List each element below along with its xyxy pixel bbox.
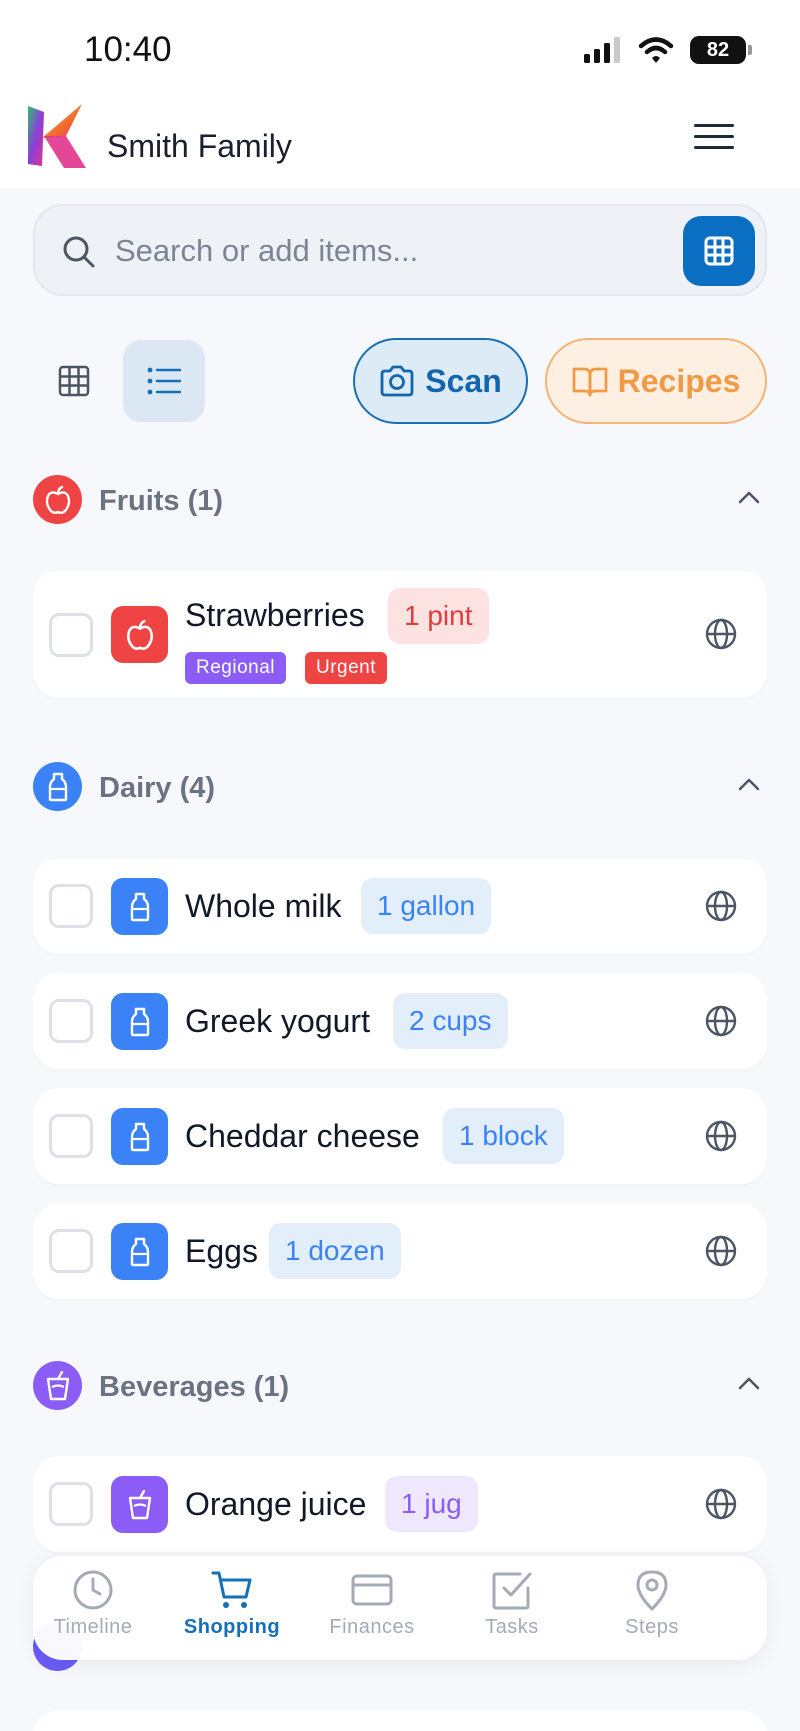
nav-label: Tasks	[485, 1616, 539, 1638]
app-logo-icon	[28, 104, 86, 168]
quantity-badge: 1 jug	[385, 1476, 478, 1532]
milk-bottle-icon	[111, 1108, 168, 1165]
search-icon	[63, 236, 95, 268]
item-name: Orange juice	[185, 1486, 367, 1522]
item-name: Whole milk	[185, 888, 342, 924]
nav-item-tasks[interactable]: Tasks	[452, 1568, 572, 1639]
grid-icon	[704, 236, 734, 266]
chevron-up-icon[interactable]	[737, 776, 761, 792]
list-item[interactable]: Cheddar cheese 1 block	[33, 1088, 767, 1184]
nav-label: Steps	[625, 1616, 679, 1638]
nav-item-shopping[interactable]: Shopping	[172, 1568, 292, 1639]
recipes-label: Recipes	[617, 362, 741, 399]
globe-icon[interactable]	[705, 890, 737, 922]
search-input[interactable]: Search or add items...	[115, 233, 418, 269]
category-title: Fruits (1)	[99, 485, 224, 517]
category-header-dairy[interactable]: Dairy (4)	[33, 762, 767, 812]
list-item[interactable]: Strawberries 1 pint Regional Urgent	[33, 570, 767, 698]
chevron-up-icon[interactable]	[737, 489, 761, 505]
nav-label: Finances	[329, 1616, 415, 1638]
list-view-toggle[interactable]	[123, 340, 205, 422]
menu-line-icon	[694, 146, 734, 149]
item-checkbox[interactable]	[49, 1114, 93, 1158]
checkbox-icon	[492, 1572, 532, 1610]
category-title: Beverages (1)	[99, 1371, 290, 1403]
nav-item-steps[interactable]: Steps	[592, 1568, 712, 1639]
clock-icon	[73, 1570, 113, 1610]
item-checkbox[interactable]	[49, 1482, 93, 1526]
status-bar: 10:40 82	[0, 0, 800, 88]
bottom-nav: Timeline Shopping Finances Tasks Steps	[33, 1556, 767, 1660]
item-checkbox[interactable]	[49, 1229, 93, 1273]
milk-bottle-icon	[111, 993, 168, 1050]
category-header-fruits[interactable]: Fruits (1)	[33, 475, 767, 525]
scan-label: Scan	[425, 362, 502, 399]
apple-icon	[33, 475, 82, 524]
quantity-badge: 1 gallon	[361, 878, 492, 934]
nav-label: Shopping	[183, 1616, 281, 1638]
status-icons: 82	[582, 36, 752, 64]
quantity-badge: 1 block	[443, 1108, 564, 1164]
milk-bottle-icon	[33, 762, 82, 811]
item-checkbox[interactable]	[49, 613, 93, 657]
family-name: Smith Family	[107, 128, 292, 164]
location-pin-icon	[636, 1570, 668, 1611]
battery-level: 82	[706, 38, 730, 61]
signal-icon	[584, 37, 620, 63]
item-name: Strawberries	[185, 597, 365, 633]
globe-icon[interactable]	[705, 1488, 737, 1520]
cart-icon	[211, 1571, 252, 1608]
nav-label: Timeline	[53, 1616, 133, 1638]
cup-icon	[33, 1361, 82, 1410]
camera-icon	[380, 365, 414, 397]
menu-button[interactable]	[694, 116, 734, 156]
globe-icon[interactable]	[705, 1235, 737, 1267]
list-item[interactable]: Whole milk 1 gallon	[33, 858, 767, 954]
milk-bottle-icon	[111, 1223, 168, 1280]
menu-line-icon	[694, 135, 734, 138]
cup-icon	[111, 1476, 168, 1533]
item-checkbox[interactable]	[49, 999, 93, 1043]
tag-urgent: Urgent	[305, 652, 388, 684]
recipes-button[interactable]: Recipes	[545, 338, 767, 424]
status-time: 10:40	[84, 30, 172, 69]
globe-icon[interactable]	[705, 1005, 737, 1037]
book-icon	[572, 367, 608, 397]
quick-add-grid-button[interactable]	[683, 216, 755, 286]
scan-button[interactable]: Scan	[353, 338, 528, 424]
item-name: Cheddar cheese	[185, 1118, 420, 1154]
search-bar[interactable]: Search or add items...	[33, 204, 767, 296]
quantity-badge: 1 dozen	[269, 1223, 401, 1279]
milk-bottle-icon	[111, 878, 168, 935]
category-header-beverages[interactable]: Beverages (1)	[33, 1361, 767, 1411]
card-icon	[351, 1574, 393, 1606]
menu-line-icon	[694, 124, 734, 127]
globe-icon[interactable]	[705, 618, 737, 650]
quantity-badge: 1 pint	[388, 588, 489, 644]
nav-item-timeline[interactable]: Timeline	[33, 1568, 153, 1639]
quantity-badge: 2 cups	[393, 993, 508, 1049]
list-item[interactable]: Greek yogurt 2 cups	[33, 973, 767, 1069]
grid-view-icon	[58, 365, 90, 397]
battery-icon: 82	[690, 36, 752, 64]
grid-view-toggle[interactable]	[33, 340, 115, 422]
tag-regional: Regional	[185, 652, 286, 684]
category-title: Dairy (4)	[99, 772, 216, 804]
globe-icon[interactable]	[705, 1120, 737, 1152]
wifi-icon	[638, 37, 674, 63]
item-checkbox[interactable]	[49, 884, 93, 928]
apple-icon	[111, 606, 168, 663]
list-item[interactable]: Eggs 1 dozen	[33, 1203, 767, 1299]
list-item-partial	[33, 1710, 767, 1731]
item-name: Eggs	[185, 1233, 258, 1269]
chevron-up-icon[interactable]	[737, 1375, 761, 1391]
app-header: Smith Family	[0, 88, 800, 188]
nav-item-finances[interactable]: Finances	[312, 1568, 432, 1639]
list-item[interactable]: Orange juice 1 jug	[33, 1456, 767, 1552]
list-view-icon	[147, 367, 181, 395]
item-name: Greek yogurt	[185, 1003, 370, 1039]
